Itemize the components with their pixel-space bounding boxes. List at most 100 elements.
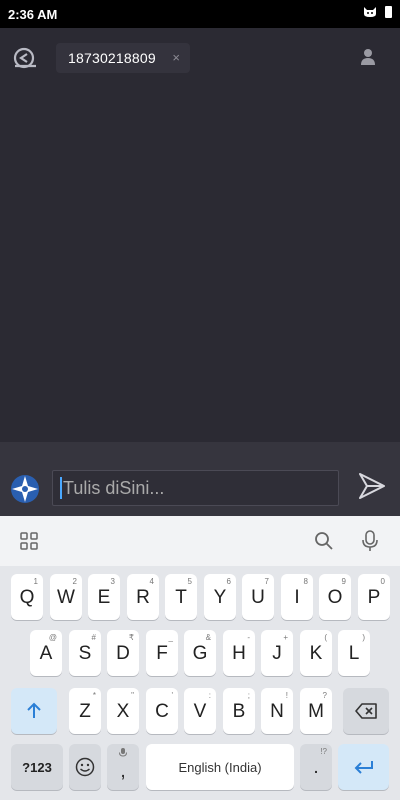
key-hint: ( <box>324 633 327 642</box>
key-g[interactable]: & G <box>184 630 216 676</box>
enter-key[interactable] <box>338 744 389 790</box>
search-icon[interactable] <box>314 531 334 551</box>
key-k[interactable]: (K <box>300 630 332 676</box>
key-hint: ! <box>285 691 288 700</box>
key-hint: 6 <box>226 577 231 586</box>
key-hint: !? <box>320 747 327 756</box>
key-label: J <box>272 642 282 664</box>
key-hint: @ <box>48 633 57 642</box>
backspace-key[interactable] <box>343 688 389 734</box>
shift-arrow-icon <box>27 702 41 718</box>
app-logo-button[interactable] <box>10 474 40 504</box>
key-label: V <box>193 700 207 722</box>
key-p[interactable]: 0P <box>358 574 390 620</box>
key-m[interactable]: ? M <box>300 688 332 734</box>
key-label: U <box>251 586 265 608</box>
key-label: D <box>116 642 130 664</box>
key-a[interactable]: @ A <box>30 630 62 676</box>
period-key[interactable]: !?. <box>300 744 332 790</box>
symbols-key[interactable]: ?123 <box>11 744 63 790</box>
key-label: R <box>136 586 150 608</box>
key-e[interactable]: 3E <box>88 574 120 620</box>
key-n[interactable]: ! N <box>261 688 293 734</box>
emoji-key[interactable] <box>69 744 101 790</box>
key-r[interactable]: 4R <box>127 574 159 620</box>
status-icons <box>363 6 392 18</box>
keyboard: 1Q 2W 3E 4R 5T 6Y 7U 8I 9O 0P @ A # S ₹ D _… <box>0 566 400 800</box>
key-u[interactable]: 7U <box>242 574 274 620</box>
key-label: K <box>309 642 323 664</box>
key-b[interactable]: ; B <box>223 688 255 734</box>
key-hint: 0 <box>380 577 385 586</box>
key-v[interactable]: :V <box>184 688 216 734</box>
key-label: Z <box>79 700 91 722</box>
key-t[interactable]: 5T <box>165 574 197 620</box>
key-label: . <box>313 756 319 778</box>
compass-logo-icon <box>11 475 39 503</box>
microphone-icon[interactable] <box>362 530 378 552</box>
key-y[interactable]: 6Y <box>204 574 236 620</box>
key-q[interactable]: 1Q <box>11 574 43 620</box>
key-l[interactable]: ) L <box>338 630 370 676</box>
key-label: L <box>348 642 360 664</box>
key-hint: ; <box>247 691 250 700</box>
key-c[interactable]: ' C <box>146 688 178 734</box>
key-hint: + <box>283 633 288 642</box>
key-label: G <box>192 642 208 664</box>
key-label: English (India) <box>178 759 262 775</box>
back-button[interactable] <box>10 45 40 71</box>
recipient-number: 18730218809 <box>68 50 156 66</box>
text-cursor <box>60 477 62 499</box>
key-label: X <box>116 700 130 722</box>
key-f[interactable]: _ F <box>146 630 178 676</box>
enter-icon <box>354 761 373 774</box>
key-hint: : <box>208 691 211 700</box>
key-label: A <box>39 642 53 664</box>
emoji-icon <box>75 757 95 777</box>
send-button[interactable] <box>357 471 387 501</box>
key-s[interactable]: # S <box>69 630 101 676</box>
key-label: H <box>232 642 246 664</box>
key-hint: _ <box>168 633 173 642</box>
key-x[interactable]: " X <box>107 688 139 734</box>
apps-grid-icon[interactable] <box>20 532 38 550</box>
key-label: F <box>156 642 168 664</box>
message-input[interactable]: Tulis diSini... <box>52 470 339 506</box>
key-hint: 9 <box>341 577 346 586</box>
comma-key[interactable]: , <box>107 744 139 790</box>
key-label: ?123 <box>22 759 52 775</box>
key-label: M <box>308 700 324 722</box>
key-z[interactable]: * Z <box>69 688 101 734</box>
key-hint: & <box>205 633 211 642</box>
app-header: 18730218809 × <box>0 28 400 88</box>
key-w[interactable]: 2W <box>50 574 82 620</box>
contact-button[interactable] <box>360 48 378 68</box>
space-key[interactable]: English (India) <box>146 744 294 790</box>
shift-key[interactable] <box>11 688 57 734</box>
key-label: Y <box>213 586 227 608</box>
key-label: , <box>120 760 126 782</box>
recipient-chip[interactable]: 18730218809 × <box>56 43 190 73</box>
remove-recipient-icon[interactable]: × <box>172 50 180 65</box>
key-o[interactable]: 9O <box>319 574 351 620</box>
person-icon <box>361 49 375 65</box>
key-label: W <box>57 586 75 608</box>
key-hint: ) <box>362 633 365 642</box>
key-d[interactable]: ₹ D <box>107 630 139 676</box>
key-hint: 5 <box>187 577 192 586</box>
key-hint: - <box>247 633 250 642</box>
key-h[interactable]: -H <box>223 630 255 676</box>
status-time: 2:36 AM <box>8 7 58 22</box>
key-j[interactable]: + J <box>261 630 293 676</box>
key-label: O <box>327 586 343 608</box>
key-label: P <box>367 586 381 608</box>
key-label: N <box>270 700 284 722</box>
key-hint: ' <box>171 691 173 700</box>
key-label: Q <box>19 586 35 608</box>
key-hint: ? <box>322 691 327 700</box>
key-i[interactable]: 8I <box>281 574 313 620</box>
backspace-icon <box>355 703 377 719</box>
key-hint: 8 <box>303 577 308 586</box>
key-label: B <box>232 700 246 722</box>
key-hint: " <box>131 691 134 700</box>
